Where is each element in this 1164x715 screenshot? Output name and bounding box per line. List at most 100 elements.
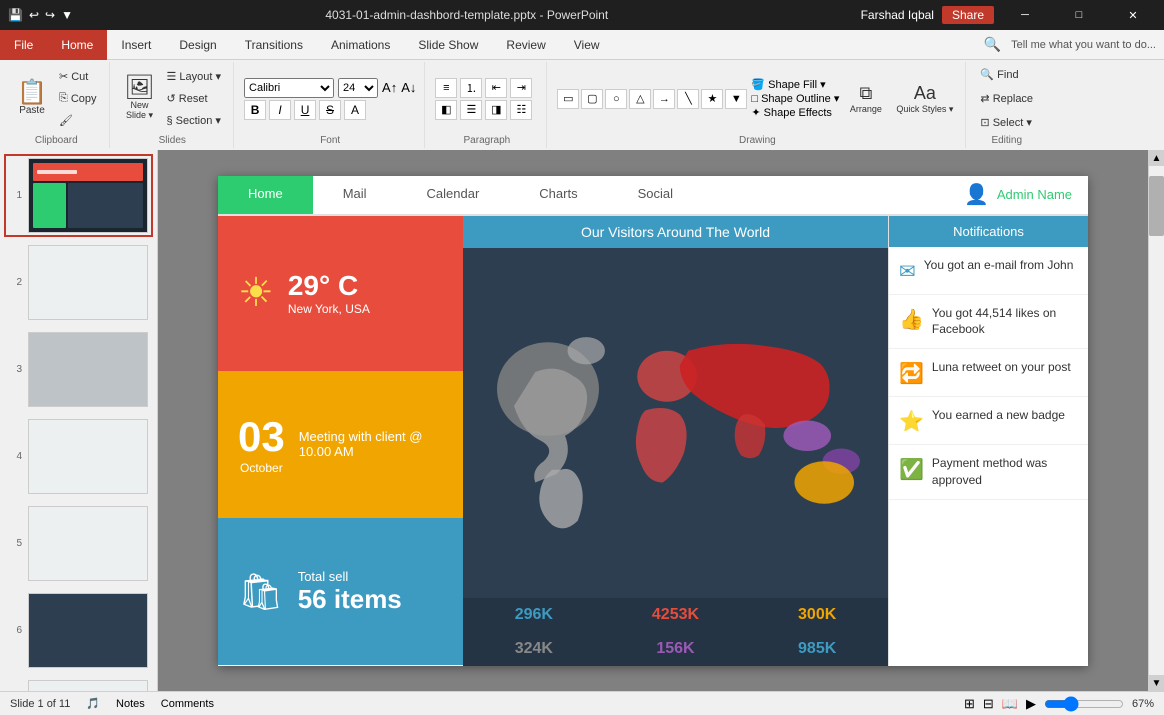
meeting-description: Meeting with client @ 10.00 AM <box>299 429 443 459</box>
search-icon[interactable]: 🔍 <box>984 36 1001 53</box>
copy-button[interactable]: ⎘ Copy <box>55 89 101 109</box>
slide-info: Slide 1 of 11 <box>10 698 70 710</box>
font-color-button[interactable]: A <box>344 100 366 120</box>
decrease-font-button[interactable]: A↓ <box>401 80 416 95</box>
shape-outline-button[interactable]: □ Shape Outline ▾ <box>751 92 839 105</box>
triangle-button[interactable]: △ <box>629 89 651 109</box>
share-button[interactable]: Share <box>942 6 994 24</box>
dashboard-nav: Home Mail Calendar Charts Social 👤 Admin… <box>218 176 1088 216</box>
save-icon[interactable]: 💾 <box>8 8 23 22</box>
notif-retweet: 🔁 Luna retweet on your post <box>889 349 1088 397</box>
bold-button[interactable]: B <box>244 100 266 120</box>
tab-insert[interactable]: Insert <box>107 30 165 60</box>
tab-view[interactable]: View <box>560 30 614 60</box>
help-label[interactable]: Tell me what you want to do... <box>1011 39 1156 51</box>
align-right-button[interactable]: ◨ <box>485 100 507 120</box>
slide-thumb-7[interactable]: 7 <box>4 676 153 691</box>
comments-button[interactable]: Comments <box>161 698 214 710</box>
underline-button[interactable]: U <box>294 100 316 120</box>
drawing-content: ▭ ▢ ○ △ → ╲ ★ ▼ 🪣 Shape Fill ▾ □ Shape O… <box>557 64 957 133</box>
minimize-button[interactable]: ─ <box>1002 0 1048 30</box>
meeting-card: 03 October Meeting with client @ 10.00 A… <box>218 371 463 518</box>
increase-indent-button[interactable]: ⇥ <box>510 78 532 98</box>
nav-tab-home[interactable]: Home <box>218 176 313 214</box>
stat-3: 300K <box>746 598 888 632</box>
weather-card: ☀ 29° C New York, USA <box>218 216 463 371</box>
bullets-button[interactable]: ≡ <box>435 78 457 98</box>
tab-file[interactable]: File <box>0 30 47 60</box>
arrange-button[interactable]: ⧉ Arrange <box>843 74 888 124</box>
tab-transitions[interactable]: Transitions <box>231 30 317 60</box>
find-button[interactable]: 🔍 Find <box>976 65 1037 85</box>
meeting-day: 03 <box>238 413 285 461</box>
nav-tab-social[interactable]: Social <box>608 176 703 214</box>
arrow-button[interactable]: → <box>653 89 675 109</box>
paste-icon: 📋 <box>17 81 47 105</box>
tab-design[interactable]: Design <box>165 30 230 60</box>
customize-icon[interactable]: ▼ <box>61 8 73 22</box>
rect-button[interactable]: ▭ <box>557 89 579 109</box>
align-center-button[interactable]: ☰ <box>460 100 482 120</box>
justify-button[interactable]: ☷ <box>510 100 532 120</box>
oval-button[interactable]: ○ <box>605 89 627 109</box>
slide-thumb-6[interactable]: 6 <box>4 589 153 672</box>
slide-thumb-2[interactable]: 2 <box>4 241 153 324</box>
close-button[interactable]: ✕ <box>1110 0 1156 30</box>
more-shapes-button[interactable]: ▼ <box>725 89 747 109</box>
slide-thumb-1[interactable]: 1 <box>4 154 153 237</box>
app-title: 4031-01-admin-dashbord-template.pptx - P… <box>73 8 861 22</box>
right-column: Notifications ✉ You got an e-mail from J… <box>888 216 1088 666</box>
slideshow-button[interactable]: ▶ <box>1026 696 1036 712</box>
nav-tab-mail[interactable]: Mail <box>313 176 397 214</box>
tab-review[interactable]: Review <box>492 30 559 60</box>
world-map <box>463 248 888 598</box>
font-size-select[interactable]: 24 <box>338 78 378 98</box>
slide-preview-2 <box>28 245 148 320</box>
font-family-select[interactable]: Calibri <box>244 78 334 98</box>
cut-button[interactable]: ✂ Cut <box>55 67 101 87</box>
paste-button[interactable]: 📋 Paste <box>12 69 52 129</box>
notif-email: ✉ You got an e-mail from John <box>889 247 1088 295</box>
notes-button[interactable]: Notes <box>116 698 145 710</box>
reset-button[interactable]: ↺ Reset <box>163 89 226 109</box>
reading-view-button[interactable]: 📖 <box>1002 696 1018 712</box>
format-painter-button[interactable]: 🖌 <box>55 111 101 131</box>
vertical-scrollbar[interactable]: ▲ ▼ <box>1148 150 1164 691</box>
tab-animations[interactable]: Animations <box>317 30 404 60</box>
notif-badge: ⭐ You earned a new badge <box>889 397 1088 445</box>
new-slide-button[interactable]: 🖼 NewSlide ▾ <box>120 69 160 129</box>
section-button[interactable]: § Section ▾ <box>163 111 226 131</box>
zoom-slider[interactable] <box>1044 696 1124 712</box>
numbering-button[interactable]: ⒈ <box>460 78 482 98</box>
tab-home[interactable]: Home <box>47 30 107 60</box>
redo-icon[interactable]: ↪ <box>45 8 55 22</box>
rounded-rect-button[interactable]: ▢ <box>581 89 603 109</box>
slide-sorter-button[interactable]: ⊟ <box>983 696 994 712</box>
line-button[interactable]: ╲ <box>677 89 699 109</box>
restore-button[interactable]: □ <box>1056 0 1102 30</box>
align-left-button[interactable]: ◧ <box>435 100 457 120</box>
slide-thumb-4[interactable]: 4 <box>4 415 153 498</box>
world-map-svg <box>463 248 888 598</box>
sell-card: 🛍 Total sell 56 items <box>218 518 463 665</box>
slide-thumb-3[interactable]: 3 <box>4 328 153 411</box>
select-button[interactable]: ⊡ Select ▾ <box>976 113 1037 133</box>
layout-button[interactable]: ☰ Layout ▾ <box>163 67 226 87</box>
shape-effects-button[interactable]: ✦ Shape Effects <box>751 106 839 119</box>
normal-view-button[interactable]: ⊞ <box>964 696 975 712</box>
undo-icon[interactable]: ↩ <box>29 8 39 22</box>
shape-fill-button[interactable]: 🪣 Shape Fill ▾ <box>751 78 839 91</box>
slide-thumb-5[interactable]: 5 <box>4 502 153 585</box>
nav-tab-calendar[interactable]: Calendar <box>397 176 510 214</box>
star-button[interactable]: ★ <box>701 89 723 109</box>
arrange-icon: ⧉ <box>859 83 872 104</box>
tab-slideshow[interactable]: Slide Show <box>404 30 492 60</box>
paragraph-group: ≡ ⒈ ⇤ ⇥ ◧ ☰ ◨ ☷ Paragraph <box>427 62 547 148</box>
quick-styles-button[interactable]: Aa Quick Styles ▾ <box>892 74 957 124</box>
increase-font-button[interactable]: A↑ <box>382 80 397 95</box>
strikethrough-button[interactable]: S <box>319 100 341 120</box>
nav-tab-charts[interactable]: Charts <box>509 176 607 214</box>
italic-button[interactable]: I <box>269 100 291 120</box>
replace-button[interactable]: ⇄ Replace <box>976 89 1037 109</box>
decrease-indent-button[interactable]: ⇤ <box>485 78 507 98</box>
